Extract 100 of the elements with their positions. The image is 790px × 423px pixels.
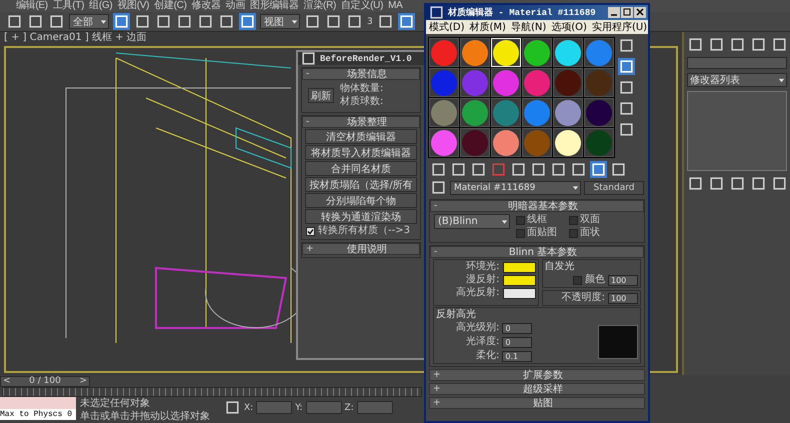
action-button[interactable]: 清空材质编辑器: [305, 129, 417, 144]
rollout-toggle[interactable]: -: [434, 201, 446, 211]
opacity-label: 不透明度:: [562, 292, 605, 304]
spinner-field[interactable]: 100: [608, 292, 638, 304]
axis-label: X:: [244, 402, 254, 412]
object-name-field[interactable]: [687, 57, 787, 69]
rollout-header[interactable]: - 场景整理: [302, 116, 420, 128]
rollout-title: 明暗器基本参数: [507, 200, 579, 213]
checkbox-label: 颜色: [585, 274, 605, 286]
color-swatch[interactable]: [502, 274, 536, 286]
color-swatch[interactable]: [502, 288, 536, 298]
spinner-field[interactable]: 0: [502, 322, 532, 334]
status-text: 未选定任何对象: [80, 398, 151, 410]
script-listener-output: Max to Physcs 0: [0, 409, 76, 420]
menu-item[interactable]: 模式(D): [429, 20, 465, 34]
rollout-toggle[interactable]: -: [306, 117, 318, 127]
rollout-header[interactable]: + 使用说明: [302, 243, 420, 255]
viewport-label[interactable]: [ + ] Camera01 ] 线框 + 边面: [0, 32, 682, 44]
action-button[interactable]: 转换为通道渲染场: [305, 209, 417, 224]
snap-label: 3: [367, 16, 373, 26]
timeline-track[interactable]: [2, 387, 422, 397]
checkbox-label: 转换所有材质（-->3: [318, 225, 410, 237]
menu-item[interactable]: 材质(M): [470, 20, 506, 34]
group-title: 自发光: [544, 261, 576, 273]
menu-item[interactable]: 工具(T): [52, 0, 84, 12]
prompt-text: 单击或单击并拖动以选择对象: [80, 411, 211, 423]
menu-item[interactable]: 修改器: [192, 0, 221, 12]
prev-frame-button[interactable]: <: [3, 376, 11, 386]
rollout-toggle[interactable]: +: [433, 398, 445, 408]
checkbox[interactable]: [573, 276, 582, 284]
option-label: 线框: [527, 214, 547, 226]
action-button[interactable]: 按材质塌陷（选择/所有: [305, 177, 417, 192]
checkbox[interactable]: [306, 226, 315, 236]
refresh-button[interactable]: 刷新: [308, 88, 334, 103]
spinner-field[interactable]: 0: [502, 336, 532, 348]
action-button[interactable]: 将材质导入材质编辑器: [305, 145, 417, 160]
rollout-header[interactable]: + 超级采样: [429, 383, 645, 395]
menu-item[interactable]: 导航(N): [510, 20, 546, 34]
rollout-title: 场景整理: [346, 116, 388, 129]
rollout-header[interactable]: + 扩展参数: [429, 369, 645, 381]
rollout-toggle[interactable]: +: [433, 384, 445, 394]
maximize-icon[interactable]: [621, 7, 633, 18]
material-type-button[interactable]: Standard: [584, 180, 644, 194]
field-label: 光泽度:: [466, 336, 500, 348]
spinner-field[interactable]: 100: [608, 274, 638, 286]
checkbox[interactable]: [516, 216, 525, 224]
rollout-toggle[interactable]: -: [434, 247, 446, 257]
material-name-field[interactable]: Material #111689: [450, 180, 581, 194]
rollout-header[interactable]: - 场景信息: [302, 68, 420, 80]
color-label: 漫反射:: [466, 274, 500, 286]
checkbox[interactable]: [569, 216, 578, 224]
option-label: 双面: [580, 214, 600, 226]
menu-item[interactable]: MA: [388, 0, 403, 12]
shader-dropdown[interactable]: (B)Blinn: [434, 214, 510, 229]
frame-counter: 0 / 100: [29, 376, 61, 386]
action-button[interactable]: 分别塌陷每个物: [305, 193, 417, 208]
color-swatch[interactable]: [502, 262, 536, 272]
frame-counter-bar[interactable]: < 0 / 100 >: [0, 376, 90, 386]
menu-item[interactable]: 实用程序(U): [592, 20, 648, 34]
rollout-title: 贴图: [532, 396, 554, 410]
reference-coord-dropdown[interactable]: 视图: [260, 14, 300, 29]
minimize-icon[interactable]: [608, 7, 620, 18]
group-title: 反射高光: [436, 309, 477, 321]
rollout-header[interactable]: - 明暗器基本参数: [430, 200, 644, 212]
info-label: 材质球数:: [340, 96, 384, 108]
coordinate-field[interactable]: [356, 401, 393, 414]
rollout-toggle[interactable]: +: [433, 370, 445, 380]
highlight-curve-preview: [598, 325, 638, 359]
script-listener-field[interactable]: [0, 397, 76, 409]
menu-item[interactable]: 编辑(E): [16, 0, 48, 12]
coordinate-field[interactable]: [256, 401, 292, 414]
option-label: 面贴图: [527, 227, 557, 239]
rollout-title: 使用说明: [346, 243, 388, 256]
next-frame-button[interactable]: >: [79, 376, 87, 386]
spinner-field[interactable]: 0.1: [502, 350, 532, 362]
menu-item[interactable]: 视图(V): [117, 0, 150, 12]
menu-item[interactable]: 选项(O): [551, 20, 587, 34]
menu-item[interactable]: 组(G): [89, 0, 112, 12]
rollout-title: 扩展参数: [522, 368, 564, 382]
rollout-title: Blinn 基本参数: [508, 246, 578, 259]
axis-label: Z:: [344, 402, 354, 412]
rollout-toggle[interactable]: +: [306, 244, 318, 254]
selection-filter-dropdown[interactable]: 全部: [69, 14, 109, 29]
menu-item[interactable]: 创建(C): [154, 0, 187, 12]
field-label: 高光级别:: [456, 322, 500, 334]
menu-item[interactable]: 图形编辑器: [250, 0, 299, 12]
color-label: 高光反射:: [456, 287, 500, 299]
coordinate-field[interactable]: [306, 401, 342, 414]
info-label: 物体数量:: [340, 83, 384, 95]
checkbox[interactable]: [516, 228, 525, 238]
rollout-header[interactable]: + 贴图: [429, 397, 645, 409]
menu-item[interactable]: 动画: [226, 0, 246, 12]
action-button[interactable]: 合并同名材质: [305, 161, 417, 176]
modifier-list-dropdown[interactable]: 修改器列表: [687, 73, 787, 87]
close-icon[interactable]: [634, 7, 646, 18]
rollout-header[interactable]: - Blinn 基本参数: [430, 246, 644, 258]
rollout-title: 超级采样: [522, 382, 564, 396]
checkbox[interactable]: [569, 228, 578, 238]
rollout-toggle[interactable]: -: [306, 69, 318, 79]
rollout-title: 场景信息: [346, 68, 388, 81]
